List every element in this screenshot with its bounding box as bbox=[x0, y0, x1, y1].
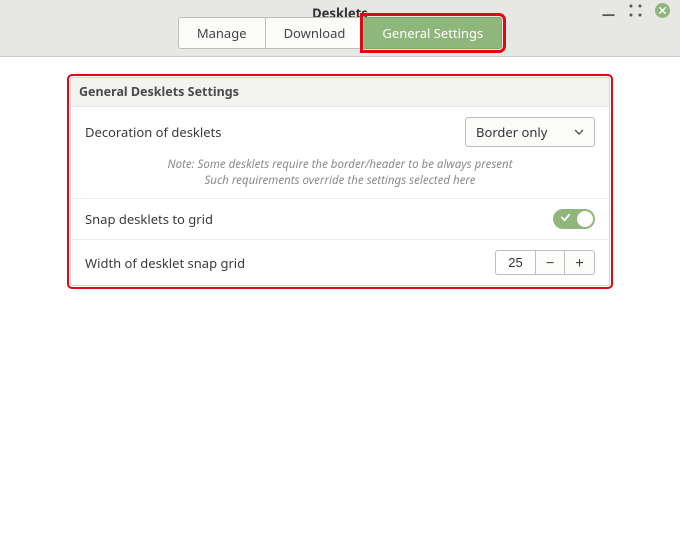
content-area: General Desklets Settings Decoration of … bbox=[0, 57, 680, 286]
window-controls bbox=[601, 3, 670, 18]
tab-bar: Manage Download General Settings bbox=[0, 17, 680, 49]
tab-general-settings[interactable]: General Settings bbox=[364, 17, 502, 49]
decoration-note-line1: Note: Some desklets require the border/h… bbox=[85, 157, 595, 173]
close-button[interactable] bbox=[655, 3, 670, 18]
row-grid-width: Width of desklet snap grid − + bbox=[71, 239, 609, 285]
switch-knob bbox=[577, 211, 593, 227]
check-icon bbox=[560, 212, 571, 223]
tab-manage[interactable]: Manage bbox=[178, 17, 266, 49]
grid-width-input[interactable] bbox=[495, 250, 535, 275]
snap-to-grid-switch[interactable] bbox=[553, 209, 595, 229]
tab-download[interactable]: Download bbox=[266, 17, 365, 49]
general-desklets-settings-panel: General Desklets Settings Decoration of … bbox=[70, 77, 610, 286]
grid-width-label: Width of desklet snap grid bbox=[85, 254, 245, 272]
row-snap-to-grid: Snap desklets to grid bbox=[71, 198, 609, 239]
panel-title: General Desklets Settings bbox=[71, 78, 609, 107]
decoration-note-line2: Such requirements override the settings … bbox=[85, 173, 595, 189]
maximize-button[interactable] bbox=[628, 3, 643, 18]
header-bar: Desklets Manage Download General Setting… bbox=[0, 0, 680, 57]
decoration-note: Note: Some desklets require the border/h… bbox=[71, 157, 609, 198]
minimize-button[interactable] bbox=[601, 3, 616, 18]
snap-to-grid-label: Snap desklets to grid bbox=[85, 210, 213, 228]
grid-width-increment-button[interactable]: + bbox=[565, 250, 595, 275]
decoration-dropdown[interactable]: Border only bbox=[465, 117, 595, 147]
grid-width-stepper: − + bbox=[495, 250, 595, 275]
decoration-selected-value: Border only bbox=[476, 123, 547, 141]
grid-width-decrement-button[interactable]: − bbox=[535, 250, 565, 275]
row-decoration: Decoration of desklets Border only bbox=[71, 107, 609, 157]
chevron-down-icon bbox=[574, 123, 584, 141]
decoration-label: Decoration of desklets bbox=[85, 123, 221, 141]
